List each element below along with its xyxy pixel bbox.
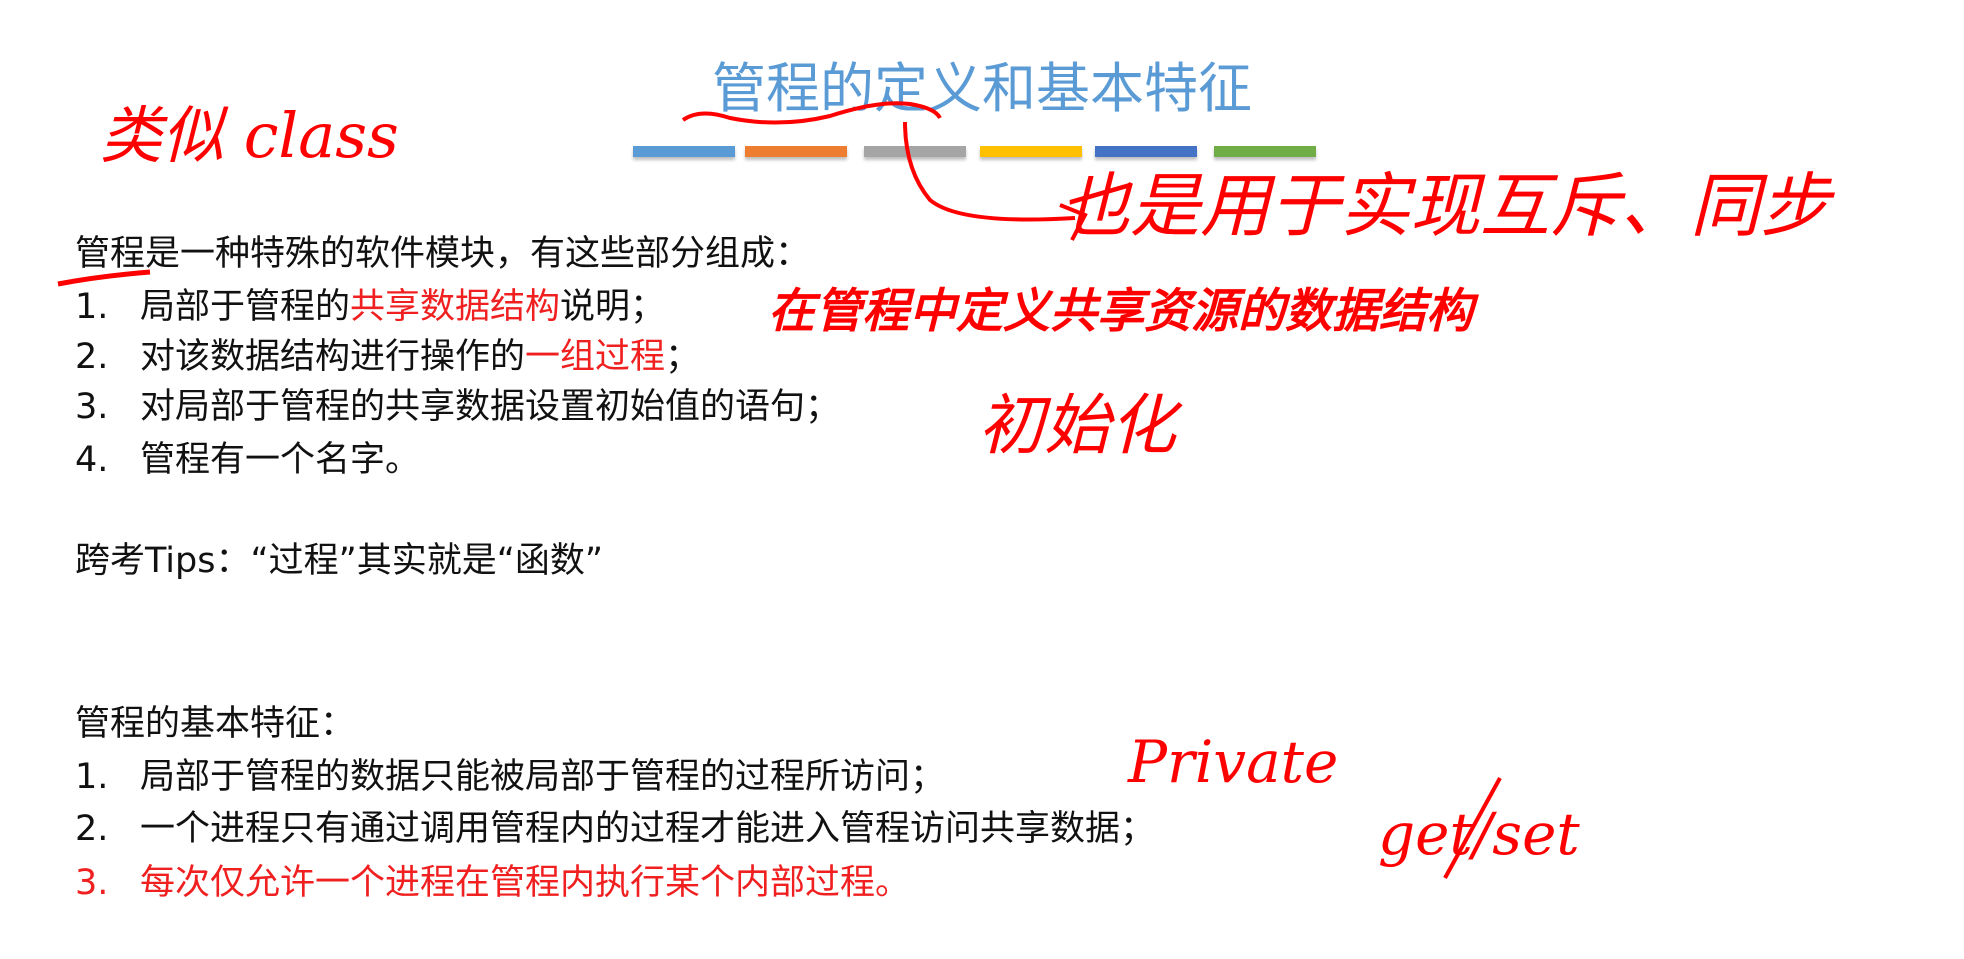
private-note: Private [1128,728,1339,796]
intro-underline-stroke [57,269,151,287]
init-note: 初始化 [978,387,1176,464]
getset-note: get/set [1378,800,1580,868]
mutex-note: 也是用于实现互斥、同步 [1060,165,1830,247]
shared-note: 在管程中定义共享资源的数据结构 [768,284,1473,339]
title-underline-stroke [681,101,942,125]
class-note: 类似 class [100,99,399,172]
arrow-stroke [903,121,1076,222]
